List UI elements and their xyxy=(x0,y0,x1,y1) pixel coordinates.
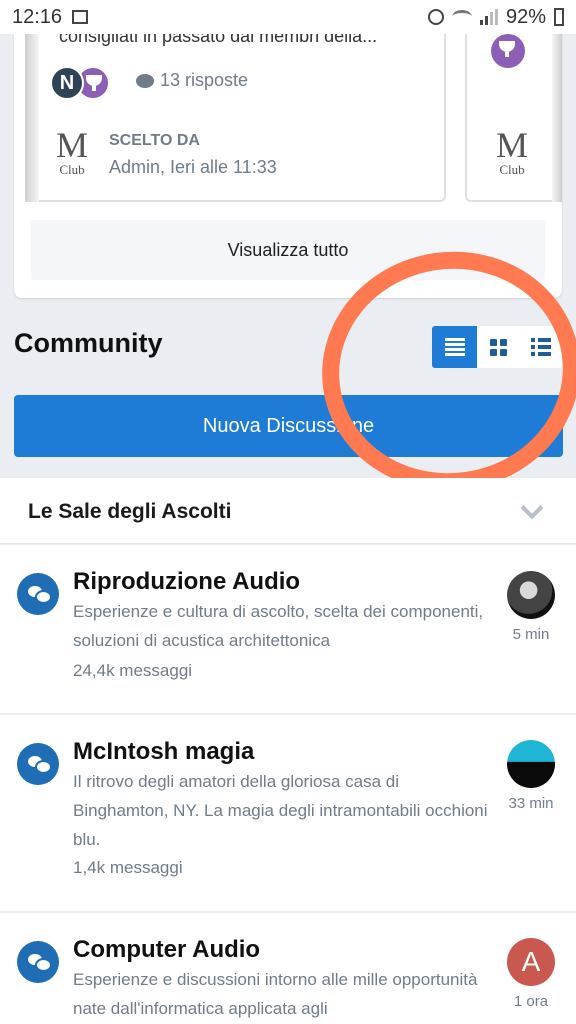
forum-description: Il ritrovo degli amatori della gloriosa … xyxy=(73,772,488,849)
featured-topic-card-next[interactable]: M Club xyxy=(465,34,555,202)
chosen-by-label: SCELTO DA xyxy=(109,132,200,149)
replies-count[interactable]: 13 risposte xyxy=(136,70,248,91)
user-avatar[interactable]: N xyxy=(50,66,84,100)
image-icon xyxy=(72,10,89,24)
scroll-shade-left xyxy=(25,34,39,202)
forum-description: Esperienze e cultura di ascolto, scelta … xyxy=(73,602,484,650)
battery-icon xyxy=(554,8,564,26)
status-bar: 12:16 92% xyxy=(0,0,576,34)
status-time: 12:16 xyxy=(12,5,63,28)
wifi-icon xyxy=(451,10,472,24)
trophy-avatar xyxy=(491,34,525,68)
club-logo-letter: M xyxy=(55,125,88,165)
user-avatar[interactable]: A xyxy=(507,938,555,986)
category-header[interactable]: Le Sale degli Ascolti xyxy=(0,478,576,544)
featured-topic-card[interactable]: consigliati in passato dai membri della.… xyxy=(39,34,446,202)
forum-row[interactable]: Riproduzione Audio Esperienze e cultura … xyxy=(0,545,576,715)
club-logo-letter: M xyxy=(495,125,528,165)
forum-chat-icon xyxy=(17,743,59,785)
comment-icon xyxy=(136,73,154,88)
battery-text: 92% xyxy=(505,5,546,28)
forum-post-count: 24,4k messaggi xyxy=(73,661,193,680)
scroll-shade-right xyxy=(552,34,562,202)
community-title: Community xyxy=(14,328,163,358)
forum-title[interactable]: McIntosh magia xyxy=(73,738,254,766)
topic-snippet: consigliati in passato dai membri della.… xyxy=(59,34,378,46)
category-title: Le Sale degli Ascolti xyxy=(28,500,232,523)
forum-title[interactable]: Computer Audio xyxy=(73,936,260,964)
user-avatar[interactable] xyxy=(507,571,555,619)
signal-icon xyxy=(479,9,498,25)
forum-post-count: 1,4k messaggi xyxy=(73,858,183,877)
forum-chat-icon xyxy=(17,941,59,983)
forum-title[interactable]: Riproduzione Audio xyxy=(73,568,300,596)
user-avatar[interactable] xyxy=(507,740,555,788)
replies-label: 13 risposte xyxy=(160,70,249,90)
last-post-time: 1 ora xyxy=(513,993,549,1010)
forum-row[interactable]: McIntosh magia Il ritrovo degli amatori … xyxy=(0,715,576,913)
chevron-down-icon[interactable] xyxy=(520,496,544,520)
trophy-icon xyxy=(499,41,515,57)
club-logo: M Club xyxy=(492,125,532,178)
club-logo: M Club xyxy=(52,125,92,178)
forum-row[interactable]: Computer Audio Esperienze e discussioni … xyxy=(0,913,576,1024)
forum-chat-icon xyxy=(17,573,59,615)
last-post-time: 5 min xyxy=(512,626,550,643)
alarm-icon xyxy=(427,9,444,25)
last-post-time: 33 min xyxy=(508,795,554,812)
forum-description: Esperienze e discussioni intorno alle mi… xyxy=(73,970,478,1018)
trophy-icon xyxy=(86,75,102,91)
chosen-by-value: Admin, Ieri alle 11:33 xyxy=(109,157,277,177)
